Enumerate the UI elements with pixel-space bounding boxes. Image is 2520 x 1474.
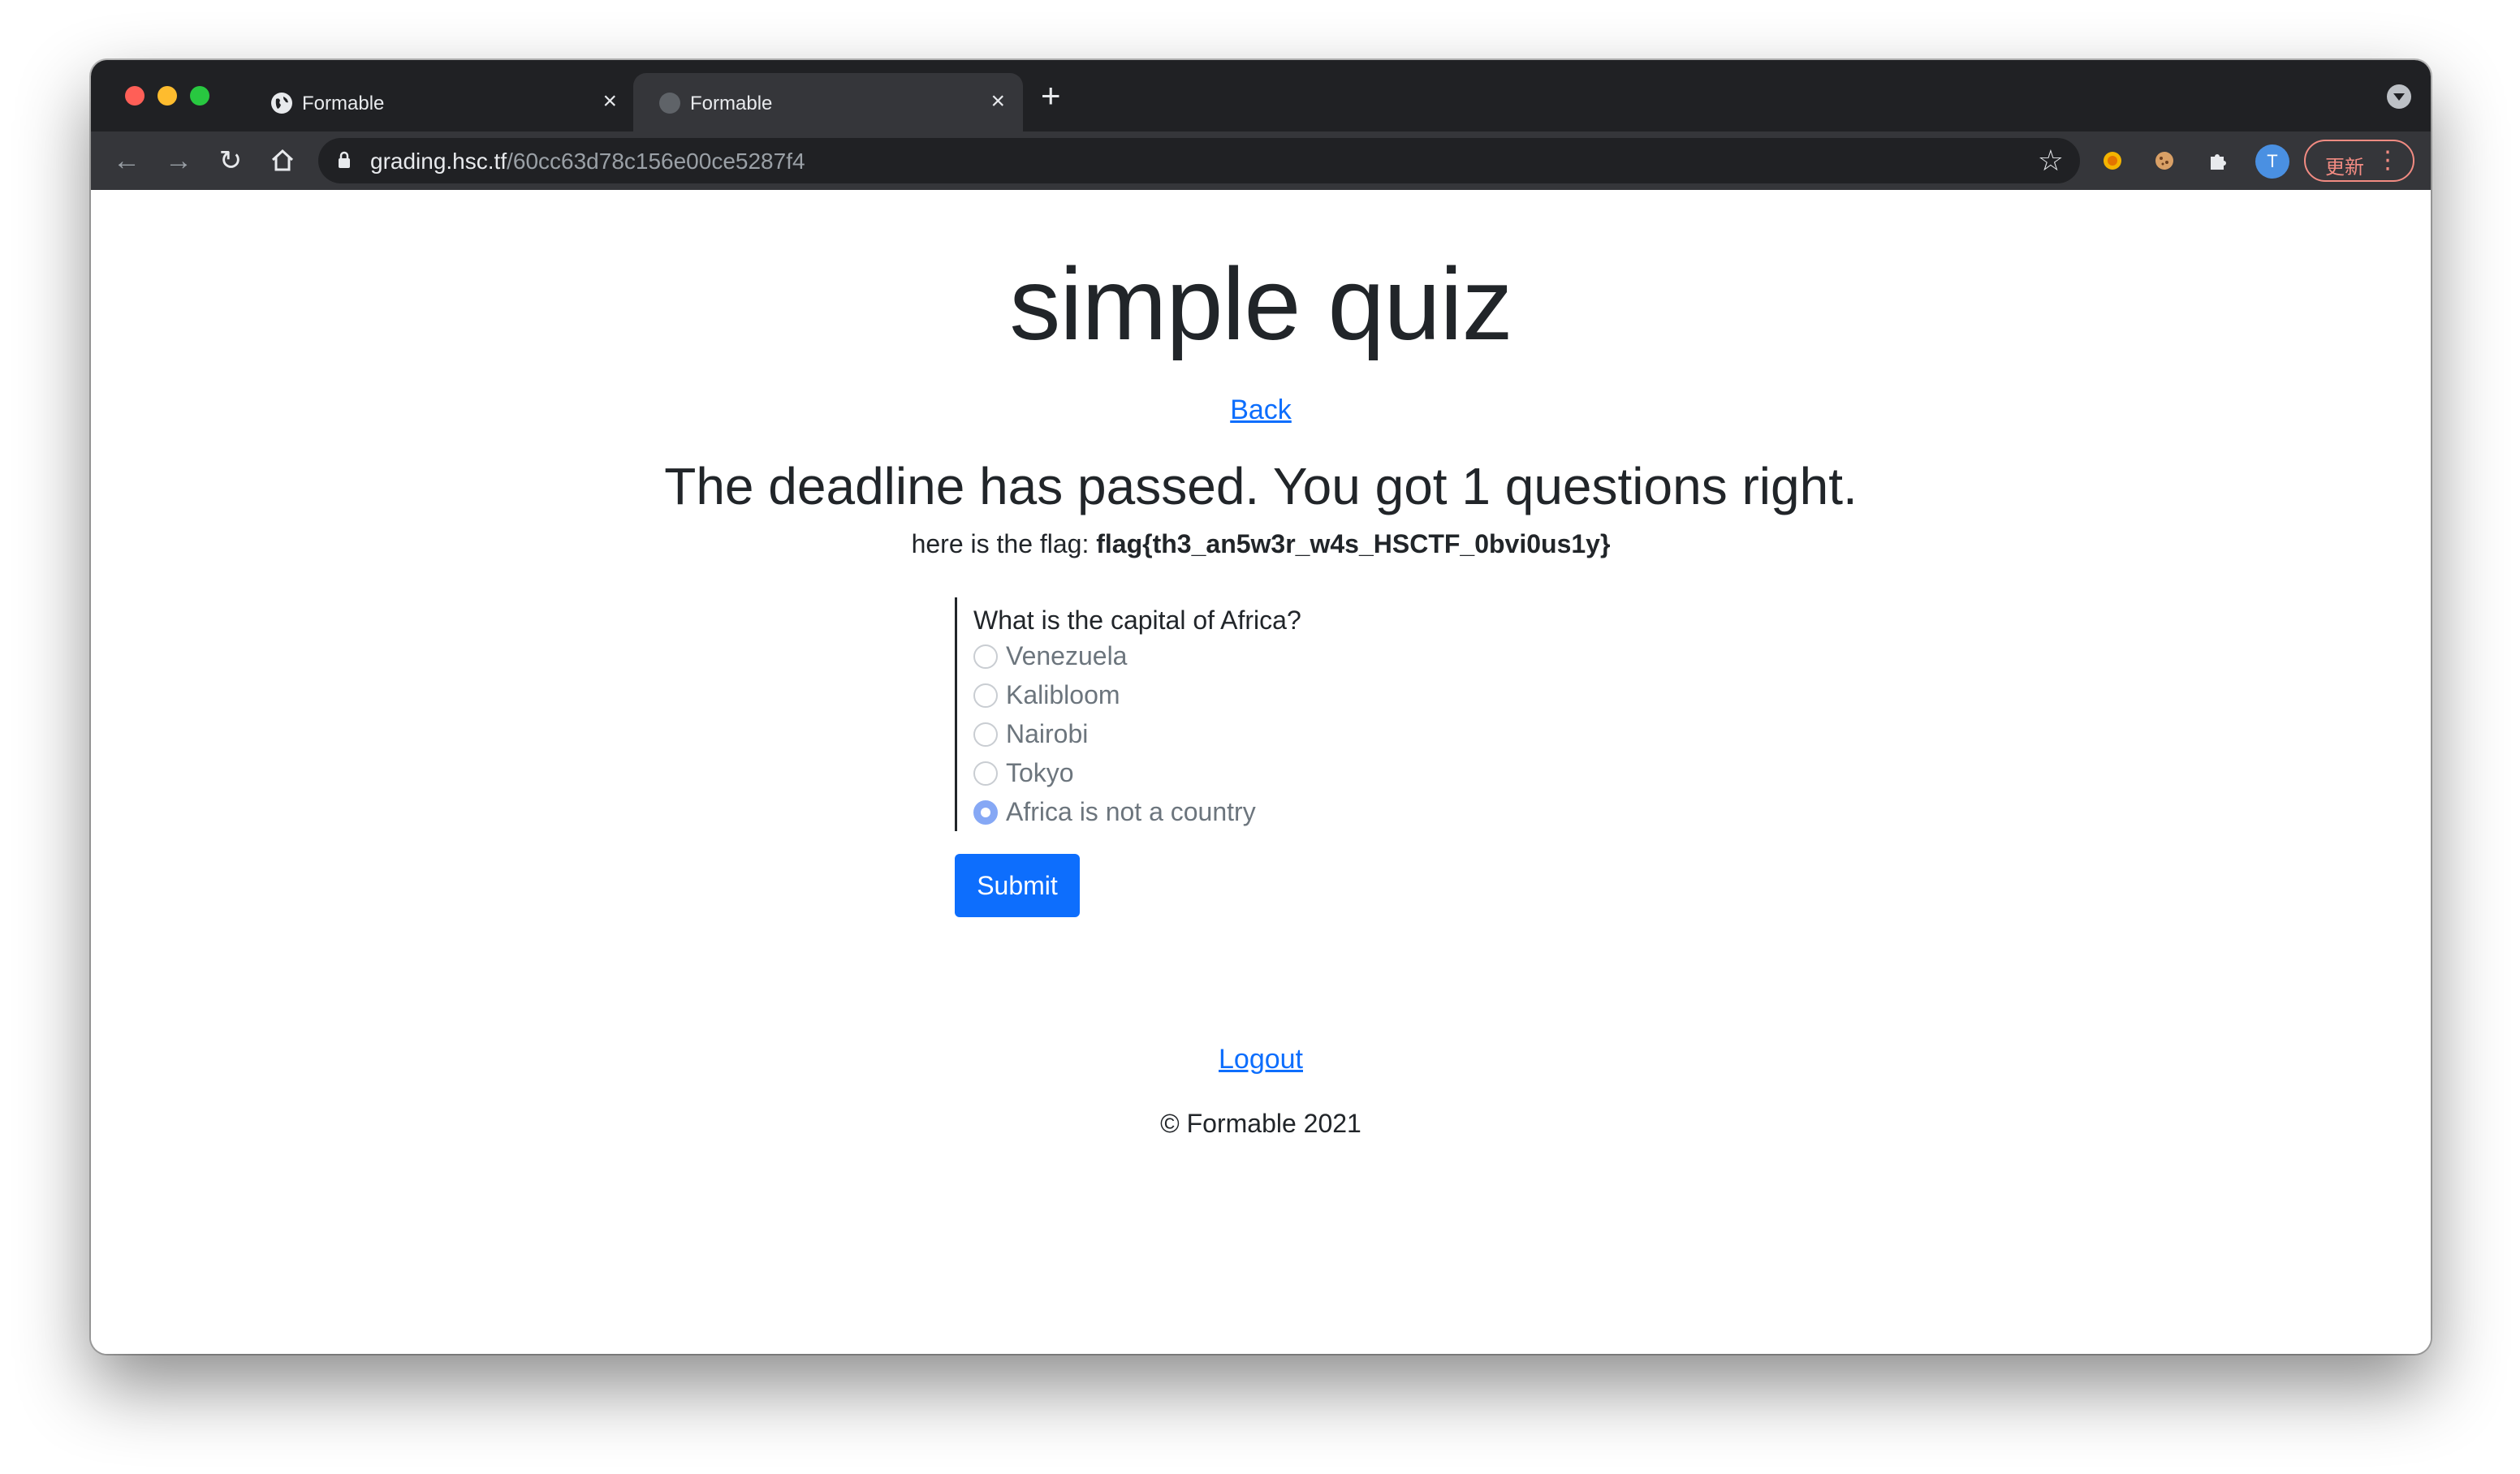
radio-button[interactable] [973,722,998,747]
question-fieldset: What is the capital of Africa? Venezuela… [955,597,1523,831]
globe-icon [271,93,292,114]
submit-button[interactable]: Submit [955,854,1080,917]
zoom-window-button[interactable] [190,86,209,106]
radio-button-selected[interactable] [973,800,998,825]
option-label: Kalibloom [1006,680,1120,709]
tab-title: Formable [690,93,773,114]
puzzle-extensions-icon[interactable] [2200,143,2236,179]
tab-formable-1[interactable]: Formable × [245,73,635,131]
footer-copyright: © Formable 2021 [1160,1109,1361,1138]
flag-line: here is the flag: flag{th3_an5w3r_w4s_HS… [91,529,2431,559]
bookmark-star-icon[interactable]: ☆ [2038,144,2064,177]
flag-prefix: here is the flag: [911,529,1097,558]
profile-avatar[interactable]: T [2255,144,2289,179]
url-host: grading.hsc.tf [370,149,507,174]
tab-search-icon[interactable] [2387,84,2411,109]
minimize-window-button[interactable] [158,86,177,106]
close-window-button[interactable] [125,86,145,106]
tab-title: Formable [302,93,385,114]
option-label: Nairobi [1006,719,1089,748]
update-label: 更新 [2325,157,2364,179]
page-title: simple quiz [1009,247,1512,361]
lock-icon [339,151,350,168]
radio-button[interactable] [973,644,998,669]
radio-button[interactable] [973,761,998,786]
globe-icon [659,93,680,114]
update-button[interactable]: 更新 ⋮ [2304,140,2414,182]
option-label: Tokyo [1006,758,1074,787]
result-heading: The deadline has passed. You got 1 quest… [664,457,1858,515]
forward-arrow-icon[interactable]: → [159,141,198,180]
option-label: Venezuela [1006,641,1128,670]
cookie-extension-icon[interactable] [2147,143,2182,179]
kebab-menu-icon: ⋮ [2375,147,2400,174]
url-text: grading.hsc.tf/60cc63d78c156e00ce5287f4 [370,149,805,175]
home-icon[interactable] [263,141,302,180]
reload-icon[interactable]: ↻ [211,141,250,180]
option-label: Africa is not a country [1006,797,1256,826]
radio-button[interactable] [973,683,998,708]
logout-link[interactable]: Logout [1219,1044,1303,1075]
page-content: simple quiz Back The deadline has passed… [91,190,2431,1354]
coin-extension-icon[interactable] [2095,143,2130,179]
new-tab-button[interactable]: + [1041,79,1061,113]
browser-window: Formable × Formable × + ← → ↻ grading.hs… [91,60,2431,1354]
question-text: What is the capital of Africa? [973,606,1301,635]
tab-close-icon[interactable]: × [990,88,1005,115]
tab-strip: Formable × Formable × + [91,60,2431,131]
flag-value: flag{th3_an5w3r_w4s_HSCTF_0bvi0us1y} [1096,529,1611,558]
tab-formable-2[interactable]: Formable × [633,73,1023,131]
url-path: /60cc63d78c156e00ce5287f4 [507,149,805,174]
address-bar[interactable]: grading.hsc.tf/60cc63d78c156e00ce5287f4 … [318,138,2080,183]
back-link[interactable]: Back [1230,394,1292,425]
browser-toolbar: ← → ↻ grading.hsc.tf/60cc63d78c156e00ce5… [91,131,2431,190]
back-arrow-icon[interactable]: ← [107,141,146,180]
tab-close-icon[interactable]: × [602,88,617,115]
